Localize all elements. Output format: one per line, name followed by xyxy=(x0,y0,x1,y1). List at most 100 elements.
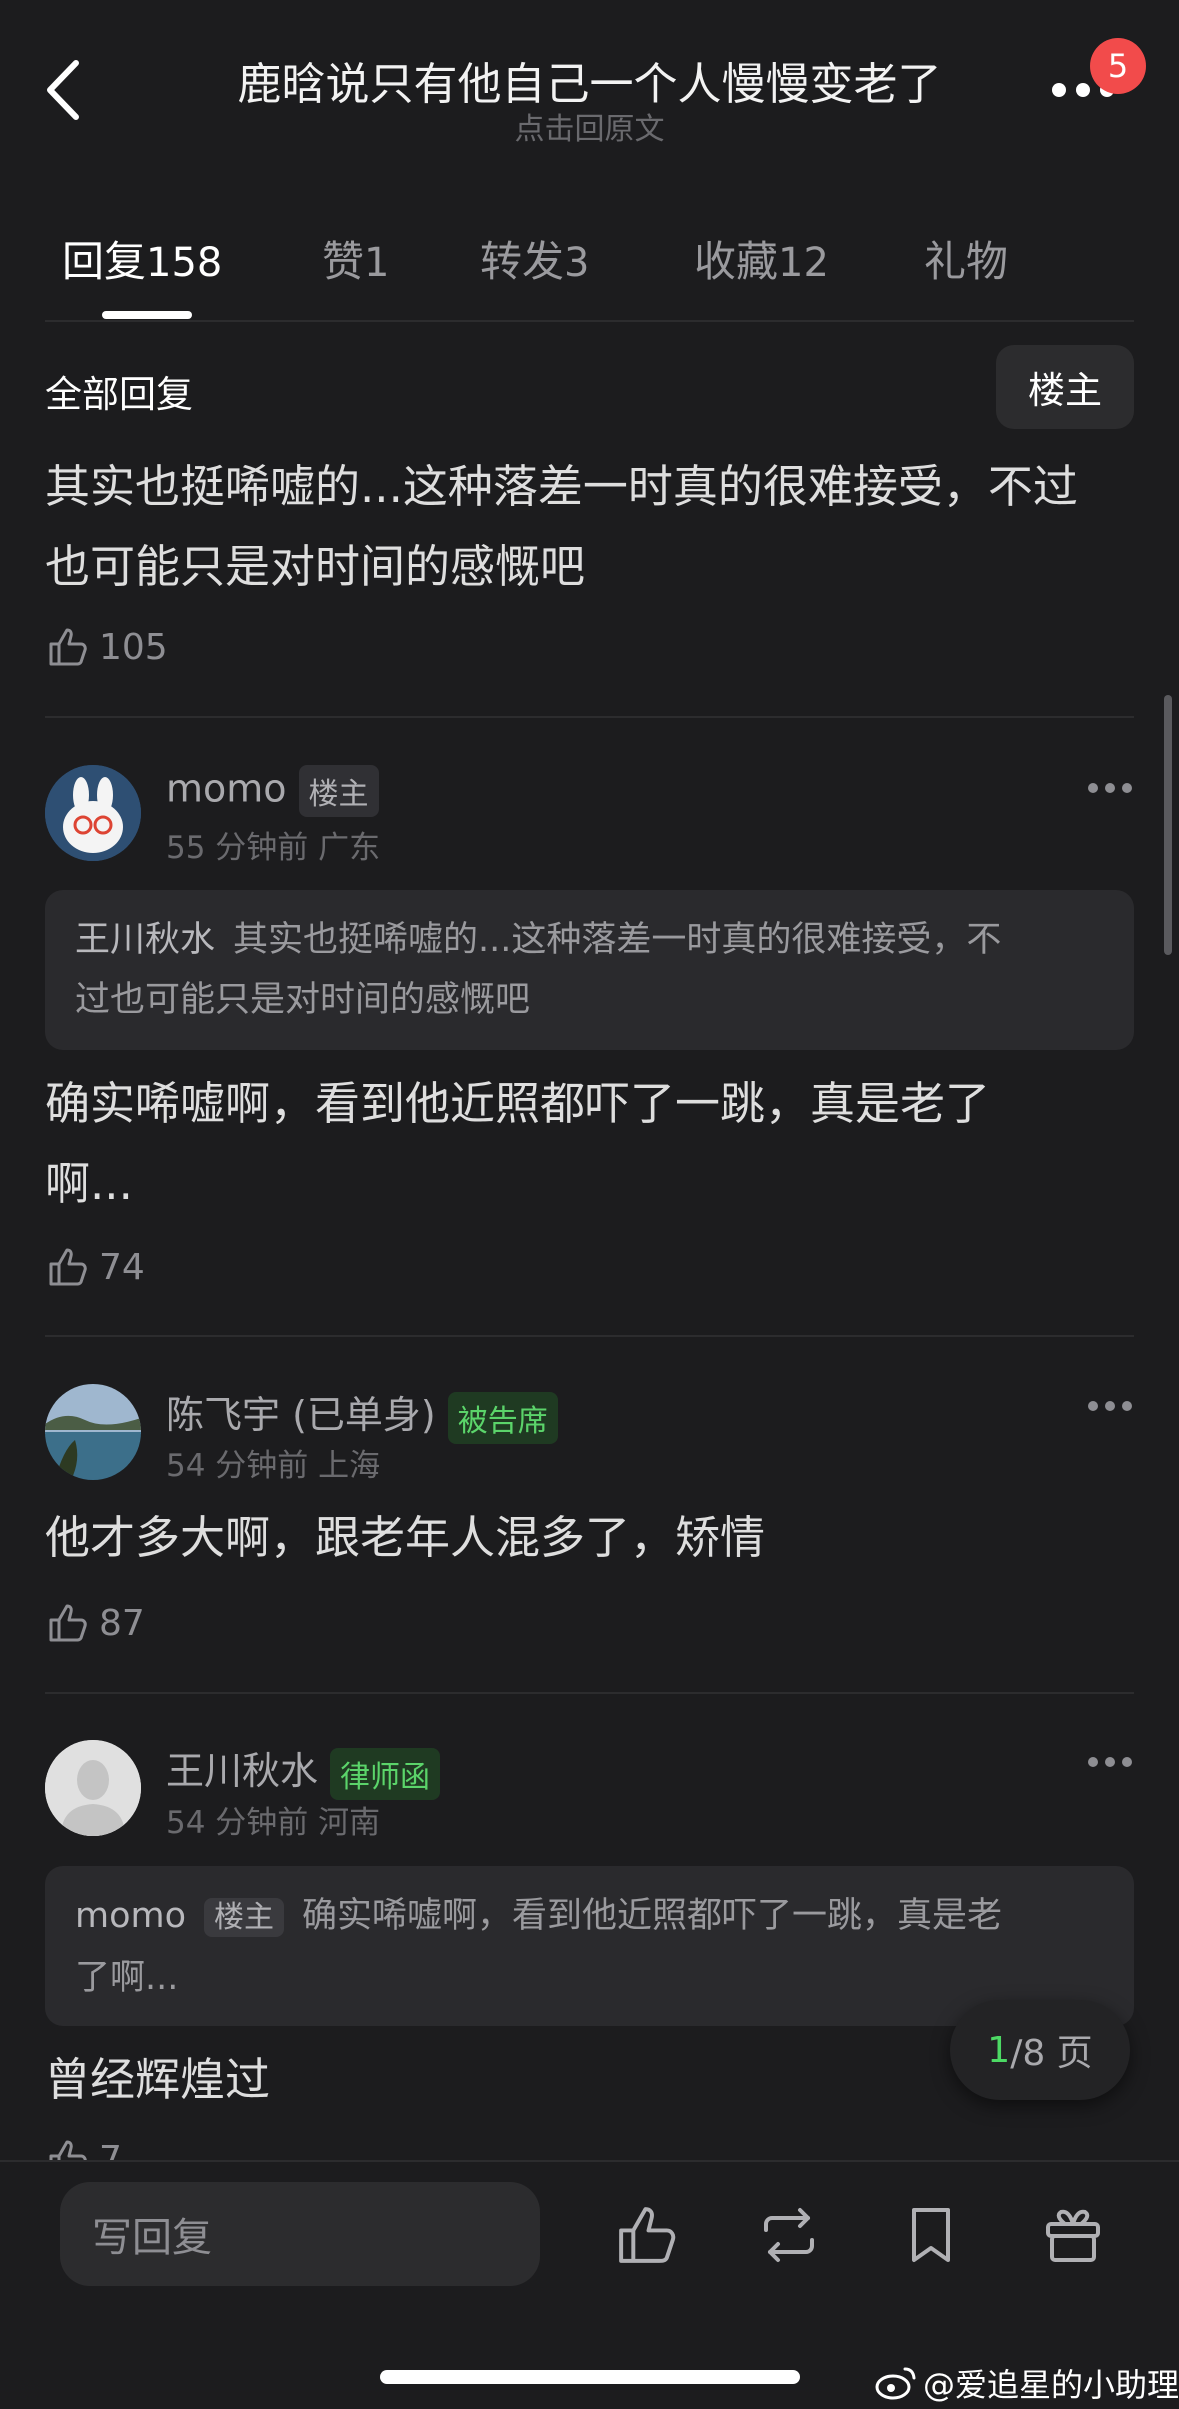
comment-text-line: 其实也挺唏嘘的...这种落差一时真的很难接受，不过 xyxy=(45,460,1078,513)
tab-count: 12 xyxy=(778,240,829,286)
tabs-divider xyxy=(45,320,1134,322)
quoted-reply[interactable]: momo 楼主 确实唏嘘啊，看到他近照都吓了一跳，真是老 了啊... xyxy=(45,1866,1134,2026)
active-tab-indicator xyxy=(102,311,192,319)
default-avatar-icon xyxy=(45,1740,141,1836)
tab-reposts[interactable]: 转发3 xyxy=(480,228,589,289)
tab-label: 赞 xyxy=(322,237,365,286)
username[interactable]: 王川秋水 xyxy=(166,1749,318,1793)
quote-text: 其实也挺唏嘘的...这种落差一时真的很难接受，不 xyxy=(233,920,1002,960)
comment-more-button[interactable] xyxy=(1088,782,1132,794)
more-dot xyxy=(1076,83,1090,97)
comment-text-line: 啊... xyxy=(45,1157,133,1210)
bookmark-icon xyxy=(912,2208,950,2262)
more-dot xyxy=(1088,783,1098,793)
quote-line: momo 楼主 确实唏嘘啊，看到他近照都吓了一跳，真是老 xyxy=(75,1886,1104,1948)
like-count: 105 xyxy=(99,626,168,668)
avatar-image xyxy=(45,765,141,861)
more-dot xyxy=(1122,783,1132,793)
comment-divider xyxy=(45,1335,1134,1337)
quoted-reply[interactable]: 王川秋水 其实也挺唏嘘的...这种落差一时真的很难接受，不 过也可能只是对时间的感… xyxy=(45,890,1134,1050)
page-indicator[interactable]: 1/8 页 xyxy=(950,2000,1130,2100)
page-title: 鹿晗说只有他自己一个人慢慢变老了 xyxy=(237,59,942,110)
tab-replies[interactable]: 回复158 xyxy=(62,228,222,289)
more-dot xyxy=(1088,1401,1098,1411)
like-button[interactable]: 74 xyxy=(45,1242,145,1292)
weibo-logo-icon xyxy=(875,2367,916,2400)
reply-input[interactable]: 写回复 xyxy=(60,2182,540,2286)
quote-author: 王川秋水 xyxy=(75,920,216,960)
all-replies-label: 全部回复 xyxy=(45,373,193,416)
watermark-text: @爱追星的小助理 xyxy=(923,2366,1179,2404)
scrollbar[interactable] xyxy=(1164,695,1172,955)
more-dot xyxy=(1088,1757,1098,1767)
comment-text: 其实也挺唏嘘的...这种落差一时真的很难接受，不过 也可能只是对时间的感慨吧 xyxy=(45,447,1145,607)
comment-author[interactable]: 陈飞宇 (已单身) 被告席 xyxy=(166,1384,558,1444)
tab-favorites[interactable]: 收藏12 xyxy=(694,228,829,289)
quote-line: 王川秋水 其实也挺唏嘘的...这种落差一时真的很难接受，不 xyxy=(75,910,1104,970)
quote-author: momo xyxy=(75,1896,187,1936)
comment-meta: 55 分钟前 广东 xyxy=(166,830,381,866)
thumbs-up-icon xyxy=(49,628,87,666)
op-only-filter-button[interactable]: 楼主 xyxy=(996,345,1134,429)
like-button[interactable]: 87 xyxy=(45,1598,145,1648)
quote-text: 确实唏嘘啊，看到他近照都吓了一跳，真是老 xyxy=(302,1896,1003,1936)
view-original-link[interactable]: 点击回原文 xyxy=(150,104,1029,148)
comment-divider xyxy=(45,1692,1134,1694)
comment-text: 确实唏嘘啊，看到他近照都吓了一跳，真是老了 啊... xyxy=(45,1064,1145,1224)
quote-op-tag: 楼主 xyxy=(204,1898,285,1937)
more-dot xyxy=(1122,1401,1132,1411)
tab-label: 收藏 xyxy=(694,237,779,286)
tab-label: 转发 xyxy=(480,237,565,286)
more-dot xyxy=(1052,83,1066,97)
favorite-button[interactable] xyxy=(896,2200,966,2270)
comment-more-button[interactable] xyxy=(1088,1756,1132,1768)
thumbs-up-icon xyxy=(49,1248,87,1286)
more-dot xyxy=(1122,1757,1132,1767)
like-post-button[interactable] xyxy=(612,2200,682,2270)
more-dot xyxy=(1105,1401,1115,1411)
thumbs-up-icon xyxy=(49,1604,87,1642)
comment-author[interactable]: 王川秋水 律师函 xyxy=(166,1740,441,1800)
quote-line: 过也可能只是对时间的感慨吧 xyxy=(75,980,531,1020)
repost-button[interactable] xyxy=(754,2200,824,2270)
repost-icon xyxy=(764,2208,814,2262)
comment-text: 他才多大啊，跟老年人混多了，矫情 xyxy=(45,1498,1145,1578)
more-dot xyxy=(1105,1757,1115,1767)
comment-meta: 54 分钟前 河南 xyxy=(166,1805,381,1841)
current-page: 1 xyxy=(987,2029,1011,2071)
like-count: 74 xyxy=(99,1246,145,1288)
gift-button[interactable] xyxy=(1038,2200,1108,2270)
tab-label: 礼物 xyxy=(924,237,1009,286)
chevron-left-icon xyxy=(47,60,79,120)
avatar-image xyxy=(45,1384,141,1480)
tab-gifts[interactable]: 礼物 xyxy=(924,228,1008,289)
home-indicator xyxy=(380,2370,800,2384)
thumbs-up-icon xyxy=(619,2207,676,2263)
tab-count: 3 xyxy=(564,240,590,286)
avatar[interactable] xyxy=(45,1740,141,1836)
avatar[interactable] xyxy=(45,1384,141,1480)
username[interactable]: momo xyxy=(166,767,287,811)
avatar[interactable] xyxy=(45,765,141,861)
user-tag: 被告席 xyxy=(447,1391,558,1444)
user-tag: 律师函 xyxy=(330,1747,441,1800)
op-tag: 楼主 xyxy=(298,765,379,817)
gift-icon xyxy=(1046,2209,1100,2262)
comment-text-line: 也可能只是对时间的感慨吧 xyxy=(45,540,586,593)
tab-count: 158 xyxy=(146,240,223,286)
comment-text-line: 他才多大啊，跟老年人混多了，矫情 xyxy=(45,1511,766,1564)
tab-likes[interactable]: 赞1 xyxy=(322,228,389,289)
comment-more-button[interactable] xyxy=(1088,1400,1132,1412)
comment-author[interactable]: momo 楼主 xyxy=(166,765,379,817)
more-dot xyxy=(1105,783,1115,793)
back-button[interactable] xyxy=(40,55,96,125)
notification-badge: 5 xyxy=(1090,38,1146,94)
total-pages: /8 页 xyxy=(1010,2033,1093,2074)
quote-line: 了啊... xyxy=(75,1958,179,1998)
like-button[interactable]: 105 xyxy=(45,622,168,672)
username[interactable]: 陈飞宇 (已单身) xyxy=(166,1393,436,1437)
watermark: @爱追星的小助理 xyxy=(875,2360,1179,2406)
comment-text-line: 确实唏嘘啊，看到他近照都吓了一跳，真是老了 xyxy=(45,1077,991,1130)
tab-count: 1 xyxy=(364,240,390,286)
comment-divider xyxy=(45,716,1134,718)
